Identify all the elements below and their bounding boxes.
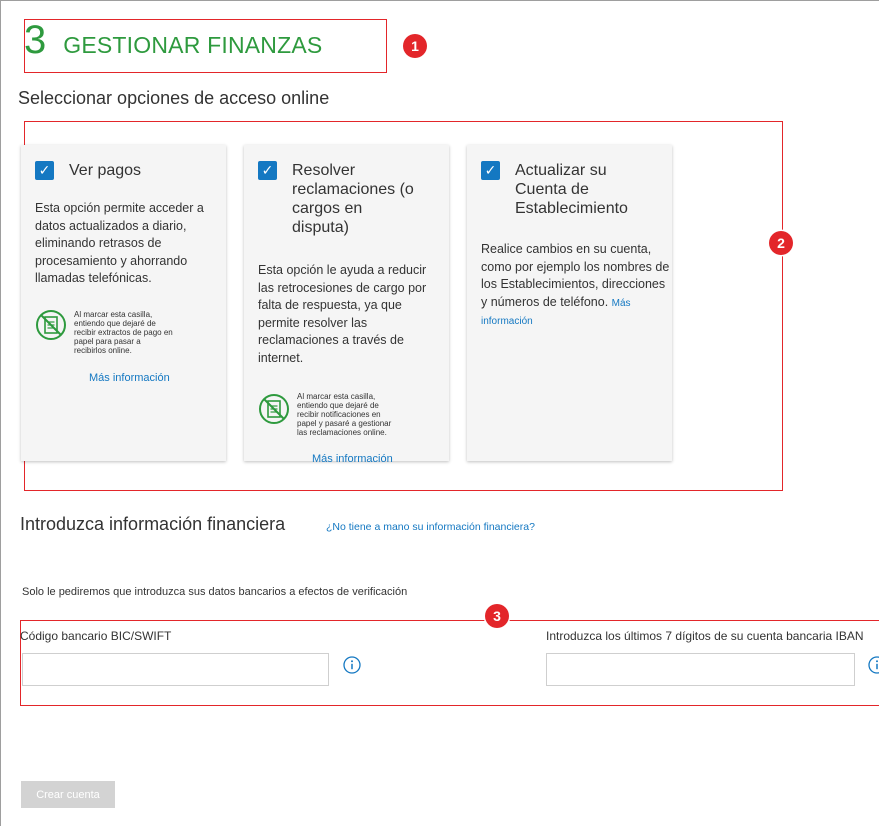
no-paper-icon xyxy=(36,310,66,340)
bic-input[interactable] xyxy=(22,653,329,686)
card-view-payments: ✓ Ver pagos Esta opción permite acceder … xyxy=(21,145,226,461)
verification-text: Solo le pediremos que introduzca sus dat… xyxy=(22,586,408,598)
create-account-button[interactable]: Crear cuenta xyxy=(21,781,115,808)
card-title: Resolver reclamaciones (o cargos en disp… xyxy=(292,162,414,236)
annotation-marker-3: 3 xyxy=(485,604,509,628)
view-payments-checkbox[interactable]: ✓ xyxy=(35,161,54,180)
annotation-marker-2: 2 xyxy=(769,231,793,255)
card-resolve-claims: ✓ Resolver reclamaciones (o cargos en di… xyxy=(244,145,449,465)
resolve-claims-checkbox[interactable]: ✓ xyxy=(258,161,277,180)
financial-info-heading: Introduzca información financiera xyxy=(20,514,286,534)
iban-input[interactable] xyxy=(546,653,855,686)
annotation-marker-1: 1 xyxy=(403,34,427,58)
update-account-description: Realice cambios en su cuenta, como por e… xyxy=(481,242,670,309)
bic-label: Código bancario BIC/SWIFT xyxy=(20,629,172,643)
card-description: Esta opción le ayuda a reducir las retro… xyxy=(258,263,427,365)
iban-label: Introduzca los últimos 7 dígitos de su c… xyxy=(546,629,864,643)
annotation-box-1 xyxy=(24,19,387,73)
paper-notice: Al marcar esta casilla, entiendo que dej… xyxy=(74,310,173,355)
no-paper-icon xyxy=(259,394,289,424)
card-title: Actualizar su Cuenta de Establecimiento xyxy=(515,162,628,217)
paper-notice: Al marcar esta casilla, entiendo que dej… xyxy=(297,392,392,437)
bic-info-icon[interactable] xyxy=(343,656,361,674)
more-info-link[interactable]: Más información xyxy=(312,453,393,465)
financial-help-link[interactable]: ¿No tiene a mano su información financie… xyxy=(326,521,535,533)
online-access-heading: Seleccionar opciones de acceso online xyxy=(18,88,330,108)
card-title: Ver pagos xyxy=(69,162,142,179)
more-info-link[interactable]: Más información xyxy=(89,372,170,384)
iban-info-icon[interactable] xyxy=(868,656,879,674)
card-description: Esta opción permite acceder a datos actu… xyxy=(35,201,204,285)
card-description: Realice cambios en su cuenta, como por e… xyxy=(481,241,671,331)
card-update-account: ✓ Actualizar su Cuenta de Establecimient… xyxy=(467,145,672,461)
update-account-checkbox[interactable]: ✓ xyxy=(481,161,500,180)
